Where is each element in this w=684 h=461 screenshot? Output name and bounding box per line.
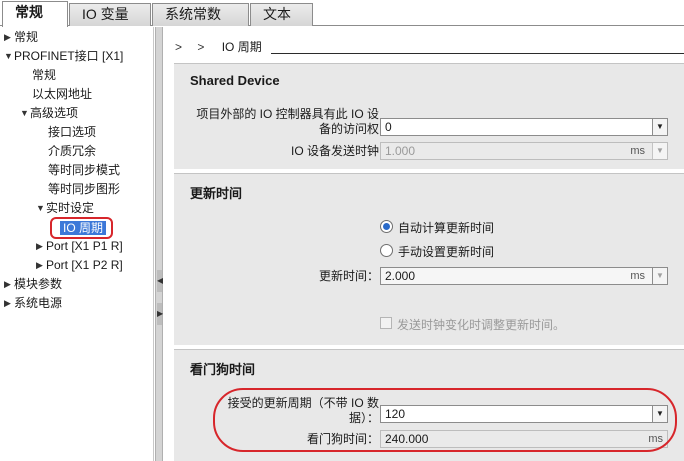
- collapse-left-icon[interactable]: ◀: [157, 270, 163, 292]
- page-title: IO 周期: [221, 40, 262, 54]
- adjust-checkbox[interactable]: [380, 317, 392, 329]
- tab-io-tags[interactable]: IO 变量: [69, 3, 151, 26]
- tree-item-port-p1[interactable]: ▶ Port [X1 P1 R]: [36, 237, 123, 255]
- tab-label: 系统常数: [165, 6, 221, 22]
- send-clock-value: 1.000: [385, 144, 416, 158]
- triangle-right-icon[interactable]: ▶: [36, 237, 46, 255]
- triangle-down-icon[interactable]: ▼: [4, 47, 14, 65]
- tree-item-system-power[interactable]: ▶ 系统电源: [4, 294, 62, 312]
- tree-item-isochronous-graphic[interactable]: 等时同步图形: [48, 180, 120, 198]
- radio-manual-update[interactable]: [380, 244, 393, 257]
- tree-item-profinet-interface[interactable]: ▼PROFINET接口 [X1]: [4, 47, 123, 65]
- section-title: Shared Device: [190, 73, 280, 88]
- triangle-down-icon[interactable]: ▼: [20, 104, 30, 122]
- tree-item-port-p2[interactable]: ▶ Port [X1 P2 R]: [36, 256, 123, 274]
- section-update-time: 更新时间 自动计算更新时间 手动设置更新时间 更新时间： 2.000 ms ▼ …: [174, 173, 684, 345]
- tree-item-module-parameters[interactable]: ▶ 模块参数: [4, 275, 62, 293]
- triangle-right-icon[interactable]: ▶: [4, 28, 14, 46]
- tab-label: IO 变量: [82, 6, 129, 22]
- tree-item-general[interactable]: ▶ 常规: [4, 28, 38, 46]
- update-time-value: 2.000: [385, 269, 416, 283]
- tab-texts[interactable]: 文本: [250, 3, 313, 26]
- tree-item-media-redundancy[interactable]: 介质冗余: [48, 142, 96, 160]
- adjust-label: 发送时钟变化时调整更新时间。: [397, 318, 566, 332]
- update-time-label: 更新时间：: [318, 269, 379, 283]
- chevron-down-icon[interactable]: ▼: [652, 268, 667, 284]
- update-time-unit: ms: [630, 270, 645, 282]
- triangle-right-icon[interactable]: ▶: [36, 256, 46, 274]
- tab-general[interactable]: 常规: [2, 1, 68, 27]
- tree-item-realtime-settings[interactable]: ▼实时设定: [36, 199, 94, 217]
- breadcrumb-chevrons: > >: [175, 40, 211, 54]
- send-clock-label: IO 设备发送时钟: [290, 144, 379, 158]
- access-label: 项目外部的 IO 控制器具有此 IO 设备的访问权: [196, 107, 379, 136]
- tree-item-pn-general[interactable]: 常规: [32, 66, 56, 84]
- tree-item-isochronous-mode[interactable]: 等时同步模式: [48, 161, 120, 179]
- title-underline: [271, 53, 684, 54]
- chevron-down-icon[interactable]: ▼: [652, 119, 667, 135]
- tree-item-interface-options[interactable]: 接口选项: [48, 123, 96, 141]
- breadcrumb: > > IO 周期: [175, 39, 262, 55]
- expand-right-icon[interactable]: ▶: [157, 303, 163, 325]
- triangle-right-icon[interactable]: ▶: [4, 294, 14, 312]
- access-value: 0: [385, 120, 392, 134]
- tree-item-advanced-options[interactable]: ▼高级选项: [20, 104, 78, 122]
- access-select[interactable]: 0 ▼: [380, 118, 668, 136]
- highlight-watchdog: [213, 388, 677, 452]
- section-title: 更新时间: [190, 186, 243, 201]
- tree-item-ethernet-address[interactable]: 以太网地址: [32, 85, 92, 103]
- section-shared-device: Shared Device 项目外部的 IO 控制器具有此 IO 设备的访问权 …: [174, 63, 684, 169]
- update-time-select[interactable]: 2.000 ms ▼: [380, 267, 668, 285]
- tab-system-constants[interactable]: 系统常数: [152, 3, 249, 26]
- highlight-io-cycle: [50, 217, 113, 239]
- send-clock-unit: ms: [630, 145, 645, 157]
- triangle-right-icon[interactable]: ▶: [4, 275, 14, 293]
- send-clock-select: 1.000 ms ▼: [380, 142, 668, 160]
- radio-auto-update[interactable]: [380, 220, 393, 233]
- section-title: 看门狗时间: [190, 362, 256, 377]
- chevron-down-icon: ▼: [652, 143, 667, 159]
- radio-manual-label: 手动设置更新时间: [398, 245, 495, 259]
- tab-label: 常规: [15, 4, 43, 20]
- radio-auto-label: 自动计算更新时间: [398, 221, 495, 235]
- tab-bar: 常规 IO 变量 系统常数 文本: [0, 0, 684, 27]
- tab-label: 文本: [263, 6, 291, 22]
- navigation-tree: ▶ 常规 ▼PROFINET接口 [X1] 常规 以太网地址 ▼高级选项 接口选项…: [0, 27, 154, 461]
- panel-splitter[interactable]: ◀ ▶: [155, 27, 163, 461]
- triangle-down-icon[interactable]: ▼: [36, 199, 46, 217]
